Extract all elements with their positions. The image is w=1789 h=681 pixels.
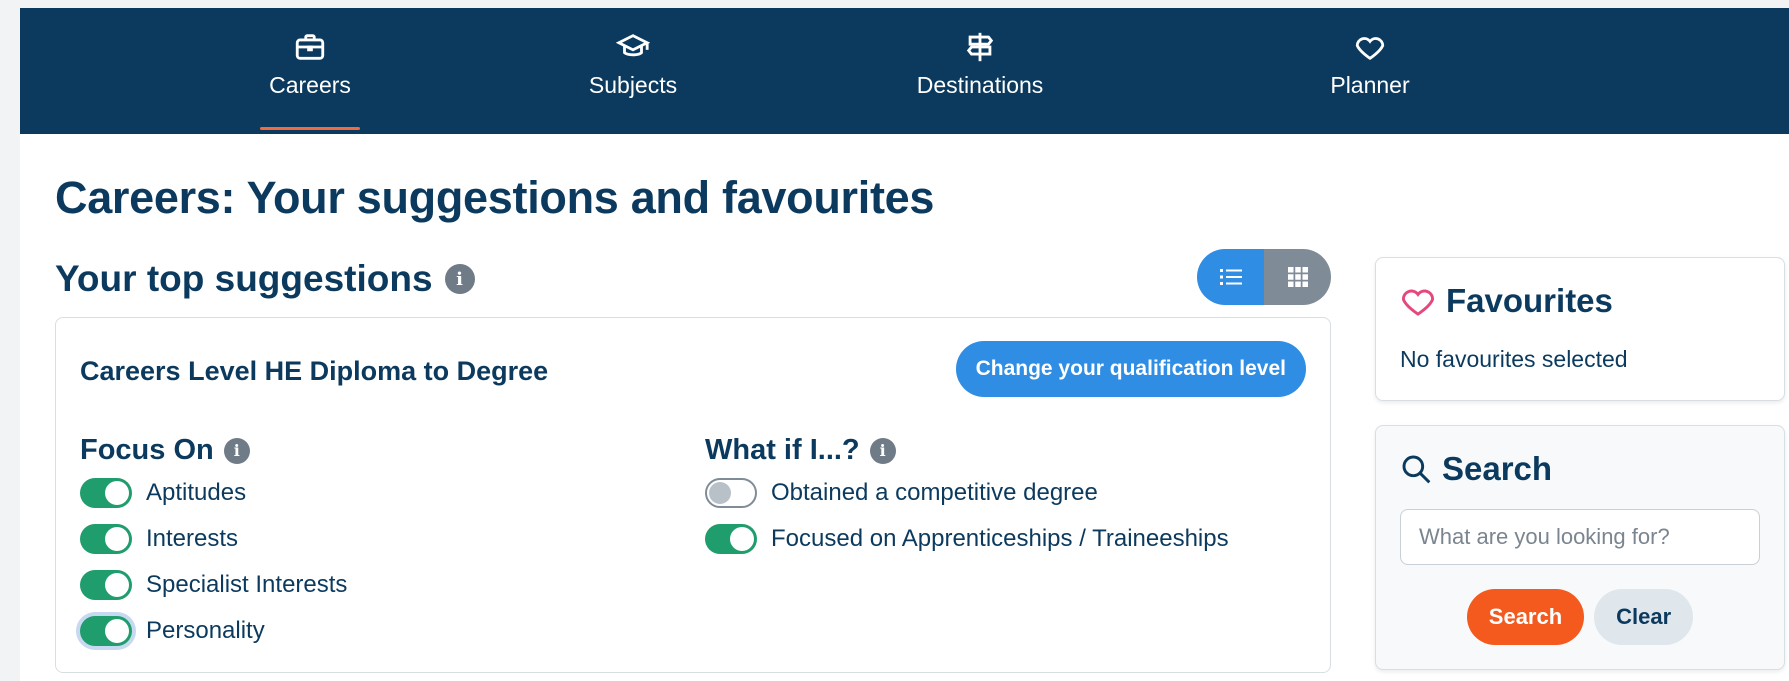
toggle-row-apprenticeships: Focused on Apprenticeships / Traineeship… <box>705 524 1229 554</box>
specialist-interests-toggle[interactable] <box>80 570 132 600</box>
what-if-title: What if I...? <box>705 434 860 466</box>
favourites-heading: Favourites <box>1400 282 1613 320</box>
nav-item-planner[interactable]: Planner <box>1270 30 1470 99</box>
toggle-label: Specialist Interests <box>146 571 348 598</box>
what-if-heading: What if I...? i <box>705 434 896 467</box>
personality-toggle[interactable] <box>80 616 132 646</box>
heart-outline-icon <box>1402 289 1434 316</box>
top-navigation: Careers Subjects Destinations Planner <box>20 8 1789 134</box>
list-view-button[interactable] <box>1197 249 1264 305</box>
briefcase-icon <box>210 30 410 66</box>
nav-label-destinations: Destinations <box>916 72 1044 98</box>
nav-label-subjects: Subjects <box>588 72 678 98</box>
toggle-row-personality: Personality <box>80 616 265 646</box>
toggle-label: Interests <box>146 525 239 552</box>
app-frame: Careers Subjects Destinations Planner Ca… <box>20 8 1789 681</box>
nav-label-planner: Planner <box>1330 72 1410 98</box>
clear-button[interactable]: Clear <box>1594 589 1694 645</box>
apprenticeships-toggle[interactable] <box>705 524 757 554</box>
favourites-card: Favourites No favourites selected <box>1375 257 1785 401</box>
nav-item-careers[interactable]: Careers <box>210 30 410 130</box>
search-input[interactable] <box>1400 509 1760 565</box>
interests-toggle[interactable] <box>80 524 132 554</box>
aptitudes-toggle[interactable] <box>80 478 132 508</box>
toggle-row-specialist-interests: Specialist Interests <box>80 570 347 600</box>
toggle-row-aptitudes: Aptitudes <box>80 478 246 508</box>
change-qualification-level-button[interactable]: Change your qualification level <box>955 341 1306 397</box>
toggle-label: Personality <box>146 617 265 644</box>
heart-icon <box>1270 30 1470 66</box>
toggle-label: Aptitudes <box>146 479 247 506</box>
nav-item-subjects[interactable]: Subjects <box>533 30 733 99</box>
active-tab-indicator <box>260 127 360 130</box>
toggle-row-interests: Interests <box>80 524 238 554</box>
grid-view-button[interactable] <box>1264 249 1331 305</box>
competitive-degree-toggle[interactable] <box>705 478 757 508</box>
favourites-empty-text: No favourites selected <box>1400 346 1628 372</box>
nav-label-careers: Careers <box>269 72 351 98</box>
careers-level-heading: Careers Level HE Diploma to Degree <box>80 356 549 386</box>
info-icon[interactable]: i <box>444 264 475 294</box>
search-button[interactable]: Search <box>1466 589 1585 645</box>
focus-on-title: Focus On <box>80 434 214 466</box>
search-title: Search <box>1442 450 1553 487</box>
toggle-row-competitive-degree: Obtained a competitive degree <box>705 478 1098 508</box>
nav-item-destinations[interactable]: Destinations <box>880 30 1080 99</box>
list-view-icon <box>1219 269 1242 285</box>
signpost-icon <box>880 30 1080 66</box>
search-actions: Search Clear <box>1376 589 1784 645</box>
search-icon <box>1402 455 1431 484</box>
toggle-label: Obtained a competitive degree <box>771 479 1098 506</box>
info-icon[interactable]: i <box>869 437 896 464</box>
info-icon[interactable]: i <box>223 437 250 464</box>
toggle-label: Focused on Apprenticeships / Traineeship… <box>771 525 1229 552</box>
suggestions-title: Your top suggestions <box>55 258 433 299</box>
search-heading: Search <box>1400 450 1552 488</box>
search-card: Search Search Clear <box>1375 425 1785 670</box>
page-title: Careers: Your suggestions and favourites <box>55 172 935 223</box>
suggestions-heading: Your top suggestions i <box>55 258 475 300</box>
focus-on-heading: Focus On i <box>80 434 250 467</box>
view-toggle <box>1197 249 1331 305</box>
graduation-cap-icon <box>533 30 733 66</box>
favourites-title: Favourites <box>1446 282 1613 319</box>
suggestions-panel: Careers Level HE Diploma to Degree Chang… <box>55 317 1331 673</box>
grid-view-icon <box>1287 267 1308 287</box>
